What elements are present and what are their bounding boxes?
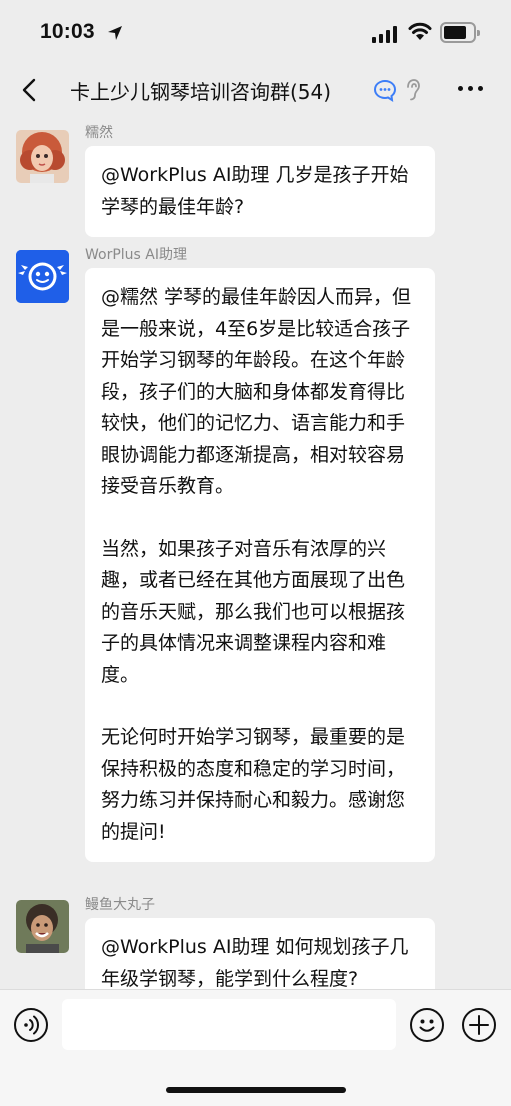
more-dots-icon[interactable]: [458, 86, 483, 91]
wifi-icon: [408, 22, 432, 40]
avatar[interactable]: [16, 130, 69, 183]
plus-button[interactable]: [462, 1008, 496, 1042]
chat-bubble-icon[interactable]: [372, 77, 398, 103]
status-time: 10:03: [40, 20, 95, 43]
bot-avatar[interactable]: [16, 250, 69, 303]
avatar[interactable]: [16, 900, 69, 953]
chat-header: 卡上少儿钢琴培训咨询群(54): [0, 64, 511, 116]
sender-name: 糯然: [85, 125, 113, 141]
home-indicator: [166, 1087, 346, 1093]
message-bubble[interactable]: @糯然 学琴的最佳年龄因人而异，但是一般来说，4至6岁是比较适合孩子开始学习钢琴…: [85, 268, 435, 862]
battery-icon: [440, 22, 480, 43]
message-input[interactable]: [62, 999, 396, 1050]
chat-title: 卡上少儿钢琴培训咨询群(54): [70, 80, 332, 104]
location-arrow-icon: [108, 26, 122, 40]
message-paragraph: 无论何时开始学习钢琴，最重要的是保持积极的态度和稳定的学习时间，努力练习并保持耐…: [101, 726, 406, 843]
message-text: @WorkPlus AI助理 如何规划孩子几年级学钢琴，能学到什么程度?: [101, 936, 409, 990]
sender-name: WorPlus AI助理: [85, 247, 187, 263]
back-chevron-icon[interactable]: [16, 76, 44, 104]
message-paragraph: @糯然 学琴的最佳年龄因人而异，但是一般来说，4至6岁是比较适合孩子开始学习钢琴…: [101, 286, 412, 497]
ear-icon[interactable]: [404, 77, 422, 103]
chat-input-bar: [0, 989, 511, 1106]
message-paragraph: 当然，如果孩子对音乐有浓厚的兴趣，或者已经在其他方面展现了出色的音乐天赋，那么我…: [101, 537, 406, 686]
cellular-signal-icon: [372, 25, 397, 43]
voice-button[interactable]: [14, 1008, 48, 1042]
message-bubble[interactable]: @WorkPlus AI助理 几岁是孩子开始学琴的最佳年龄?: [85, 146, 435, 237]
status-bar: 10:03: [0, 0, 511, 64]
message-text: @WorkPlus AI助理 几岁是孩子开始学琴的最佳年龄?: [101, 164, 409, 218]
plus-icon: [469, 1015, 489, 1035]
voice-icon: [24, 1015, 40, 1035]
emoji-icon: [419, 1019, 435, 1032]
sender-name: 鳗鱼大丸子: [85, 897, 155, 913]
emoji-button[interactable]: [410, 1008, 444, 1042]
header-status-icons: [372, 77, 422, 103]
